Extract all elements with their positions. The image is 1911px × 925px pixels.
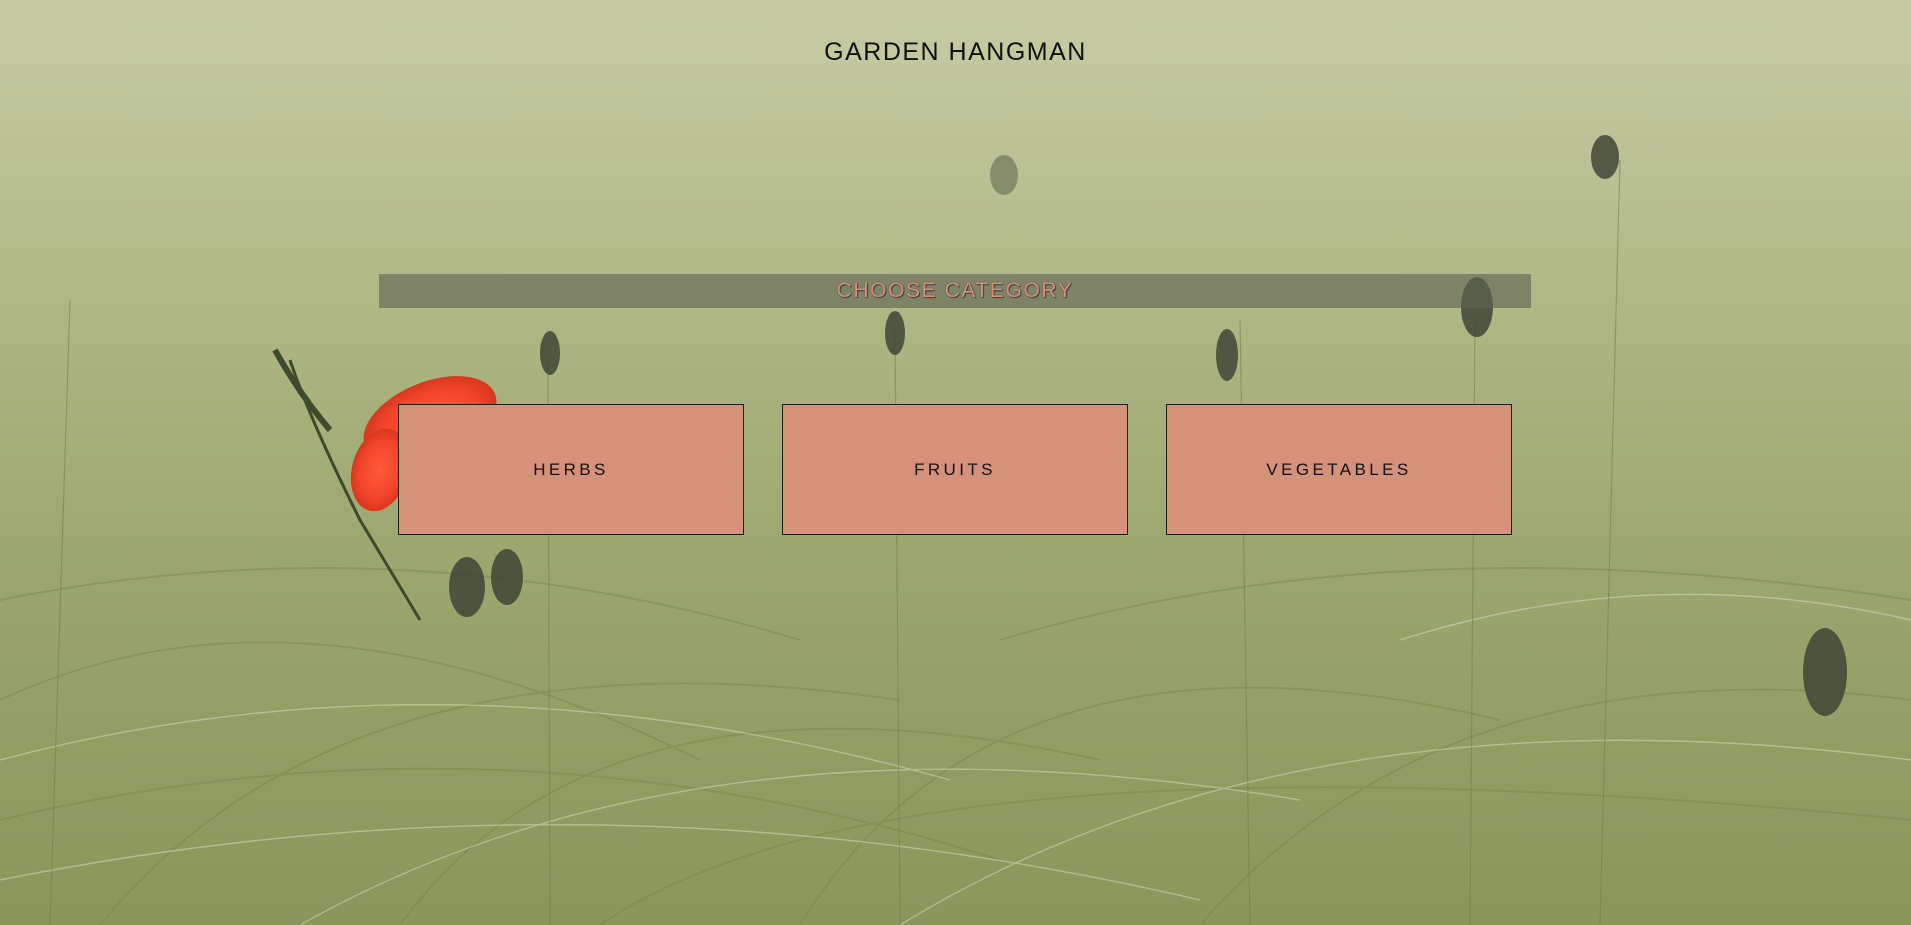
herbs-button[interactable]: HERBS <box>398 404 744 535</box>
vegetables-button[interactable]: VEGETABLES <box>1166 404 1512 535</box>
category-button-row: HERBS FRUITS VEGETABLES <box>398 404 1512 535</box>
fruits-button[interactable]: FRUITS <box>782 404 1128 535</box>
category-bar: CHOOSE CATEGORY <box>379 274 1531 308</box>
page-title: GARDEN HANGMAN <box>824 38 1087 66</box>
choose-category-heading: CHOOSE CATEGORY <box>836 279 1074 302</box>
